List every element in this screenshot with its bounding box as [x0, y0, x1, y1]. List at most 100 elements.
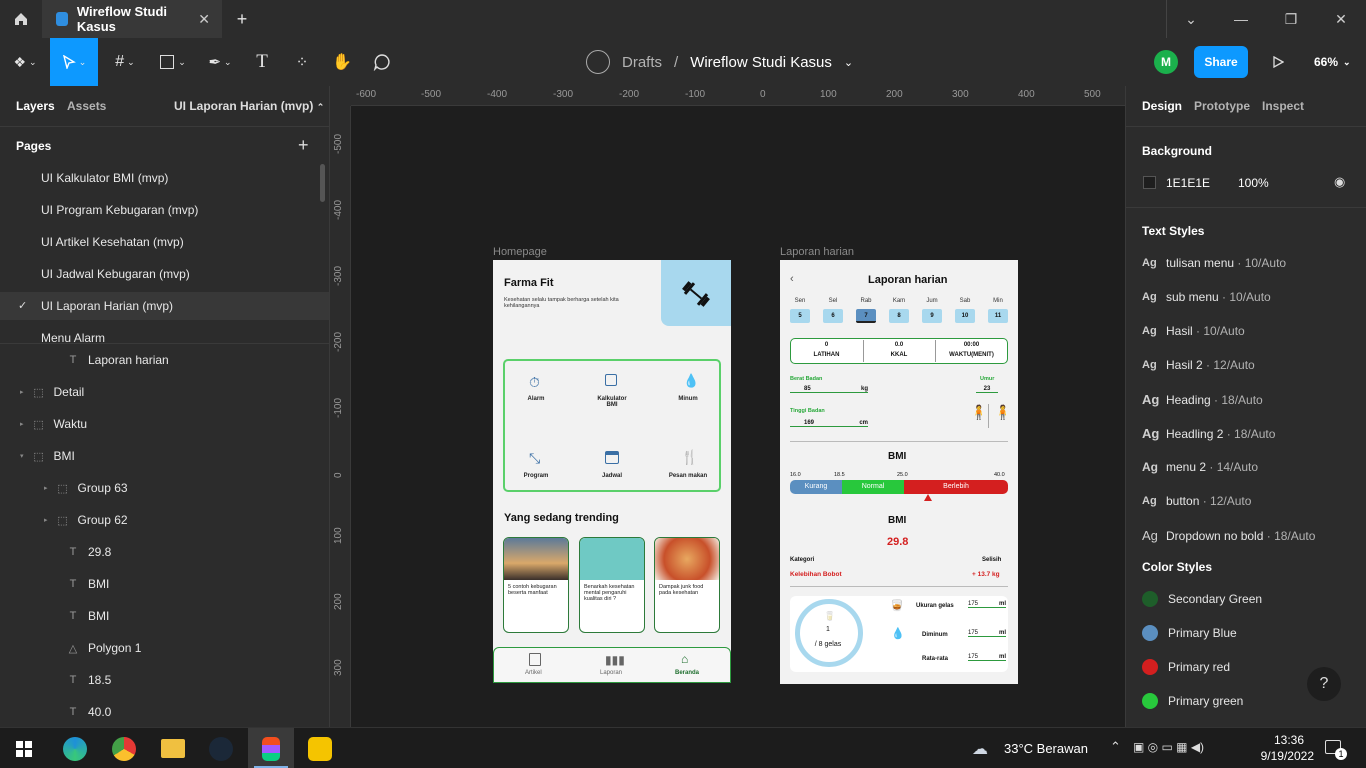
layer-row[interactable]: ▸ ⬚ Waktu	[20, 417, 87, 431]
menu-jadwal[interactable]: Jadwal	[592, 473, 632, 479]
windows-start-icon[interactable]	[16, 741, 32, 757]
nav-beranda[interactable]: Beranda	[675, 670, 699, 676]
main-menu-button[interactable]: ❖ ⌄	[10, 50, 40, 74]
page-item[interactable]: UI Program Kebugaran (mvp)	[41, 203, 198, 217]
date-chip[interactable]: 11	[988, 309, 1008, 323]
eye-icon[interactable]: ◉	[1334, 174, 1345, 190]
app-icon[interactable]	[308, 737, 332, 761]
menu-program[interactable]: Program	[516, 473, 556, 479]
female-icon[interactable]: 🧍	[994, 404, 1011, 421]
frame-label[interactable]: Laporan harian	[780, 246, 854, 258]
page-item-active[interactable]: UI Laporan Harian (mvp)	[41, 299, 173, 313]
tinggi-input[interactable]: 169 cm	[790, 420, 868, 427]
color-style-item[interactable]: Primary green	[1142, 693, 1243, 709]
text-style-item[interactable]: Ag tulisan menu · 10/Auto	[1142, 256, 1286, 270]
date-chip[interactable]: 8	[889, 309, 909, 323]
layer-row[interactable]: ▾ ⬚ BMI	[20, 449, 75, 463]
steam-icon[interactable]	[209, 737, 233, 761]
color-style-item[interactable]: Primary red	[1142, 659, 1230, 675]
date-chip[interactable]: 10	[955, 309, 975, 323]
file-tab[interactable]: Wireflow Studi Kasus ✕	[42, 0, 222, 38]
layer-row[interactable]: △ Polygon 1	[66, 641, 142, 655]
restore-button[interactable]: ❐	[1280, 0, 1302, 38]
layer-row[interactable]: ▸ ⬚ Detail	[20, 385, 84, 399]
comment-tool-button[interactable]	[370, 50, 394, 74]
frame-tool-button[interactable]: # ⌄	[110, 50, 140, 74]
page-item[interactable]: UI Kalkulator BMI (mvp)	[41, 171, 168, 185]
date-chip[interactable]: 6	[823, 309, 843, 323]
back-icon[interactable]: ‹	[790, 273, 794, 285]
layer-row[interactable]: ▸ ⬚ Group 62	[44, 513, 128, 527]
close-window-button[interactable]: ✕	[1330, 0, 1352, 38]
menu-minum[interactable]: Minum	[668, 396, 708, 402]
text-style-item[interactable]: Ag Hasil · 10/Auto	[1142, 324, 1245, 338]
layer-row[interactable]: T BMI	[66, 577, 110, 591]
layer-row[interactable]: T BMI	[66, 609, 110, 623]
help-button[interactable]: ?	[1307, 667, 1341, 701]
article-card[interactable]: Benarkah kesehatan mental pengaruhi kual…	[579, 537, 645, 633]
nav-laporan[interactable]: Laporan	[600, 670, 622, 676]
new-tab-button[interactable]: +	[230, 0, 254, 38]
date-chip[interactable]: 5	[790, 309, 810, 323]
tray-icons[interactable]: ▣ ◎ ▭ ▦ ◀)	[1133, 740, 1204, 754]
page-item[interactable]: UI Jadwal Kebugaran (mvp)	[41, 267, 190, 281]
male-icon[interactable]: 🧍	[970, 404, 987, 421]
background-hex-input[interactable]: 1E1E1E	[1166, 176, 1210, 190]
layer-row[interactable]: T 40.0	[66, 705, 112, 719]
umur-input[interactable]: 23	[976, 386, 998, 393]
text-style-item[interactable]: Ag menu 2 · 14/Auto	[1142, 460, 1258, 474]
menu-pesan-makan[interactable]: Pesan makan	[668, 473, 708, 479]
layer-row[interactable]: ▸ ⬚ Group 63	[44, 481, 128, 495]
tab-inspect[interactable]: Inspect	[1262, 99, 1304, 113]
frame-label[interactable]: Homepage	[493, 246, 547, 258]
breadcrumb-drafts[interactable]: Drafts	[622, 54, 662, 71]
move-tool-button[interactable]: ⌄	[50, 38, 98, 86]
clock-date[interactable]: 9/19/2022	[1254, 749, 1314, 763]
article-card[interactable]: Dampak junk food pada kesehatan	[654, 537, 720, 633]
berat-input[interactable]: 85 kg	[790, 386, 868, 393]
user-avatar[interactable]: M	[1154, 50, 1178, 74]
current-page-dropdown[interactable]: UI Laporan Harian (mvp) ⌃	[174, 99, 324, 113]
color-style-item[interactable]: Secondary Green	[1142, 591, 1262, 607]
ukuran-gelas-input[interactable]: 175 ml	[968, 601, 1006, 608]
text-style-item[interactable]: Ag Heading · 18/Auto	[1142, 392, 1263, 407]
layer-row[interactable]: T Laporan harian	[66, 353, 169, 367]
chevron-up-icon[interactable]: ⌃	[1110, 739, 1121, 755]
rata-rata-input[interactable]: 175 ml	[968, 654, 1006, 661]
date-chip-selected[interactable]: 7	[856, 309, 876, 323]
layer-row[interactable]: T 18.5	[66, 673, 112, 687]
present-button[interactable]	[1266, 50, 1290, 74]
minimize-button[interactable]: —	[1230, 0, 1252, 38]
text-style-item[interactable]: Ag sub menu · 10/Auto	[1142, 290, 1271, 304]
clock-time[interactable]: 13:36	[1262, 733, 1304, 747]
text-style-item[interactable]: Ag Hasil 2 · 12/Auto	[1142, 358, 1255, 372]
menu-bmi[interactable]: Kalkulator BMI	[592, 396, 632, 408]
menu-alarm[interactable]: Alarm	[516, 396, 556, 402]
article-card[interactable]: 5 contoh kebugaran beserta manfaat	[503, 537, 569, 633]
shape-tool-button[interactable]: ⌄	[156, 50, 190, 74]
date-chip[interactable]: 9	[922, 309, 942, 323]
file-name[interactable]: Wireflow Studi Kasus	[690, 54, 832, 71]
home-button[interactable]	[0, 0, 42, 38]
text-tool-button[interactable]: T	[250, 50, 274, 74]
text-style-item[interactable]: Ag button · 12/Auto	[1142, 494, 1251, 508]
close-tab-icon[interactable]: ✕	[198, 11, 210, 28]
text-style-item[interactable]: Ag Headling 2 · 18/Auto	[1142, 426, 1275, 441]
tab-design[interactable]: Design	[1142, 99, 1182, 113]
hand-tool-button[interactable]: ✋	[330, 50, 354, 74]
page-item[interactable]: UI Artikel Kesehatan (mvp)	[41, 235, 184, 249]
nav-artikel[interactable]: Artikel	[525, 670, 542, 676]
edge-icon[interactable]	[63, 737, 87, 761]
tab-assets[interactable]: Assets	[67, 99, 106, 113]
chevron-down-icon[interactable]: ⌄	[1180, 0, 1202, 38]
chevron-down-icon[interactable]: ⌄	[844, 56, 853, 69]
layer-row[interactable]: T 29.8	[66, 545, 112, 559]
weather-text[interactable]: 33°C Berawan	[1004, 741, 1088, 756]
tab-prototype[interactable]: Prototype	[1194, 99, 1250, 113]
laporan-frame[interactable]: ‹ Laporan harian Sen Sel Rab Kam Jum Sab…	[780, 260, 1018, 684]
file-explorer-icon[interactable]	[161, 739, 185, 758]
homepage-frame[interactable]: Farma Fit Kesehatan selalu tampak berhar…	[493, 260, 731, 683]
tab-layers[interactable]: Layers	[16, 99, 55, 113]
add-page-button[interactable]: +	[298, 135, 309, 156]
chrome-icon[interactable]	[112, 737, 136, 761]
